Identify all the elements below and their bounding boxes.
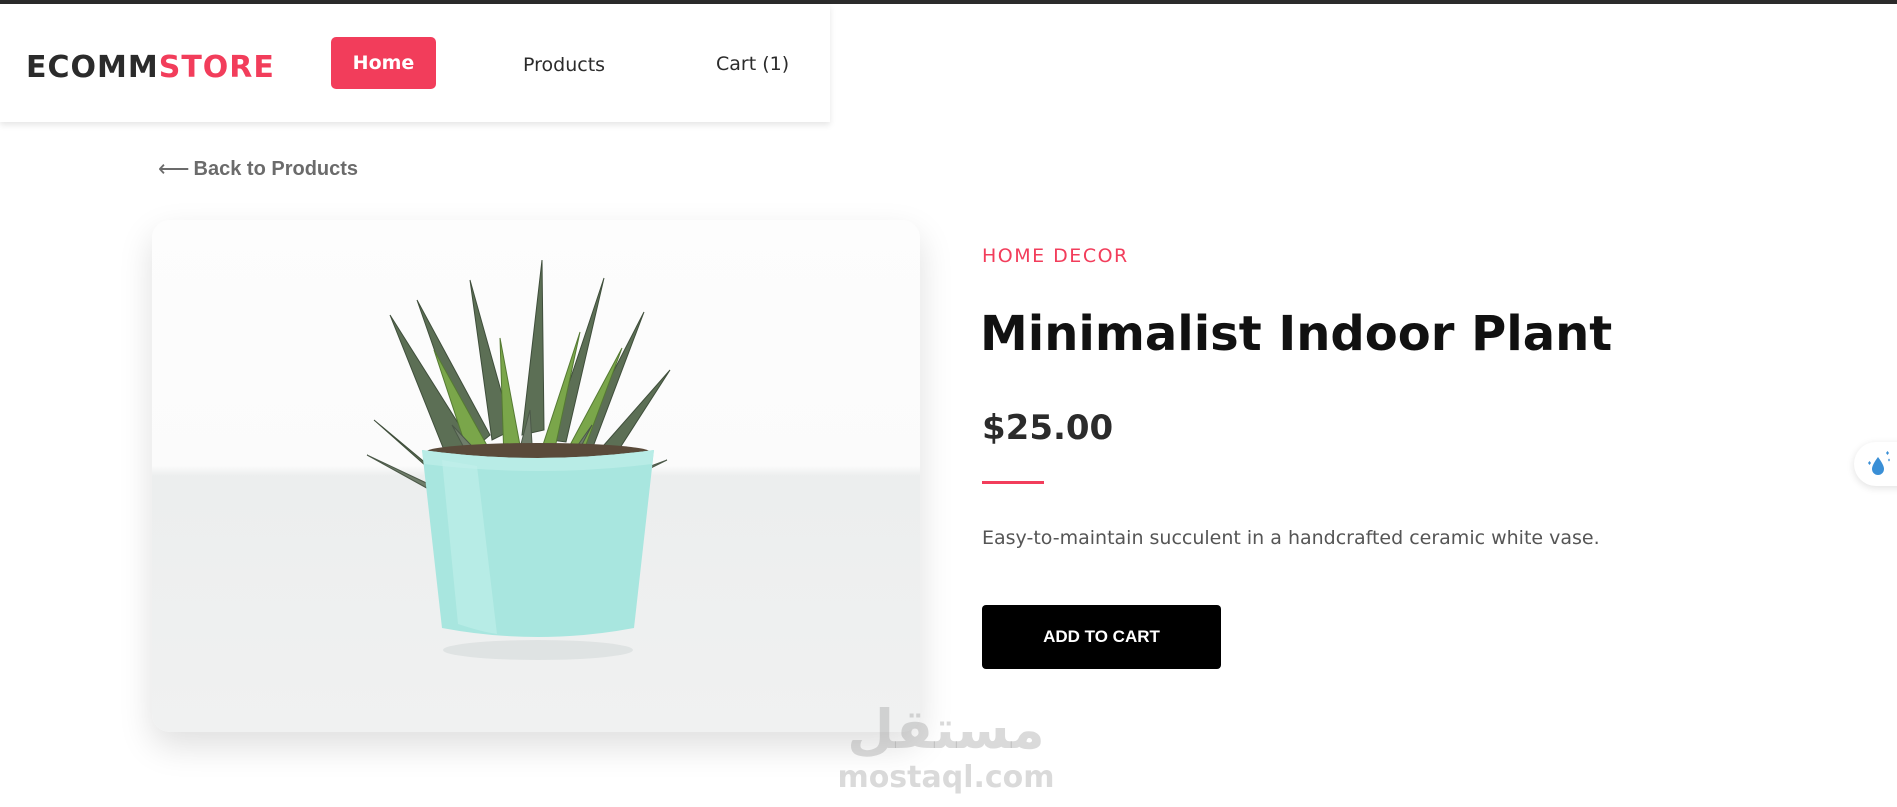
- nav-cart-link[interactable]: Cart (1): [716, 51, 789, 77]
- accent-divider: [982, 481, 1044, 484]
- left-arrow-icon: ⟵: [158, 156, 190, 181]
- back-to-products-link[interactable]: ⟵ Back to Products: [158, 155, 358, 183]
- logo-text-store: STORE: [158, 50, 275, 85]
- product-title: Minimalist Indoor Plant: [980, 306, 1613, 362]
- add-to-cart-button[interactable]: ADD TO CART: [982, 605, 1221, 669]
- product-price: $25.00: [982, 408, 1114, 448]
- watermark: مستقل mostaql.com: [836, 700, 1056, 796]
- product-description: Easy-to-maintain succulent in a handcraf…: [982, 527, 1600, 549]
- back-link-label: Back to Products: [193, 158, 359, 180]
- product-category: HOME DECOR: [982, 245, 1129, 267]
- logo-text-ecomm: ECOMM: [26, 50, 159, 85]
- floating-assistant-widget[interactable]: [1854, 442, 1897, 486]
- product-image: [152, 220, 920, 732]
- water-drop-sparkle-icon: [1868, 451, 1890, 475]
- nav-products-link[interactable]: Products: [523, 52, 605, 78]
- navbar: ECOMMSTORE Home Products Cart (1): [0, 4, 830, 122]
- store-logo[interactable]: ECOMMSTORE: [26, 50, 275, 86]
- nav-home-button[interactable]: Home: [331, 37, 436, 89]
- potted-plant-image: [366, 259, 671, 660]
- watermark-arabic-text: مستقل: [847, 698, 1045, 761]
- watermark-latin-text: mostaql.com: [837, 760, 1055, 795]
